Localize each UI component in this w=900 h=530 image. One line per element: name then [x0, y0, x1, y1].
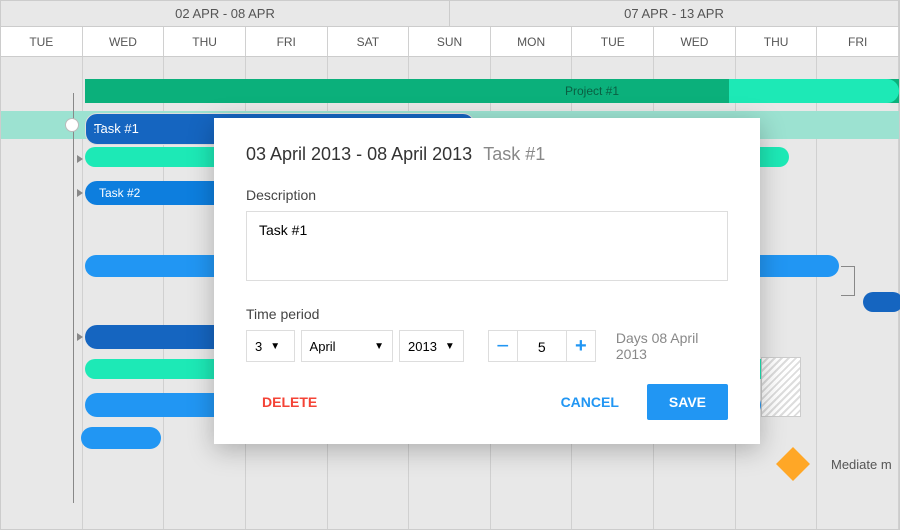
duration-value[interactable]: 5	[518, 330, 566, 362]
project-bar-tail	[729, 79, 899, 103]
save-button[interactable]: SAVE	[647, 384, 728, 420]
day-header: WED	[83, 27, 165, 56]
dialog-task-name: Task #1	[483, 144, 545, 164]
plus-icon: +	[575, 336, 587, 356]
dialog-actions: DELETE CANCEL SAVE	[246, 384, 728, 420]
day-header: MON	[491, 27, 573, 56]
header-weeks: 02 APR - 08 APR 07 APR - 13 APR	[1, 1, 899, 27]
header-days: TUE WED THU FRI SAT SUN MON TUE WED THU …	[1, 27, 899, 57]
day-header: WED	[654, 27, 736, 56]
caret-down-icon: ▼	[270, 341, 280, 352]
day-value: 3	[255, 339, 262, 354]
grip-icon	[90, 116, 106, 142]
week-range: 02 APR - 08 APR	[1, 1, 450, 26]
dependency-bracket	[841, 266, 855, 296]
dependency-line	[73, 93, 74, 503]
dependency-arrow-icon	[77, 155, 83, 163]
dialog-date-range: 03 April 2013 - 08 April 2013	[246, 144, 472, 164]
day-header: FRI	[817, 27, 899, 56]
caret-down-icon: ▼	[445, 341, 455, 352]
project-bar[interactable]: Project #1	[85, 79, 899, 103]
dependency-arrow-icon	[77, 189, 83, 197]
milestone-label: Mediate m	[831, 457, 892, 472]
resize-handle-left[interactable]	[90, 114, 106, 144]
time-period-label: Time period	[246, 306, 728, 322]
time-period-row: 3▼ April▼ 2013▼ − 5 + Days 08 April 2013	[246, 330, 728, 362]
day-select[interactable]: 3▼	[246, 330, 295, 362]
month-select[interactable]: April ▼	[301, 330, 393, 362]
week-range: 07 APR - 13 APR	[450, 1, 899, 26]
description-label: Description	[246, 187, 728, 203]
project-label: Project #1	[565, 79, 619, 103]
caret-down-icon: ▼	[374, 341, 384, 352]
year-value: 2013	[408, 339, 437, 354]
cancel-button[interactable]: CANCEL	[545, 384, 635, 420]
task-edit-dialog: 03 April 2013 - 08 April 2013 Task #1 De…	[214, 118, 760, 444]
decrement-button[interactable]: −	[488, 330, 518, 362]
connector-circle[interactable]	[65, 118, 79, 132]
year-select[interactable]: 2013 ▼	[399, 330, 464, 362]
day-header: SUN	[409, 27, 491, 56]
dependency-arrow-icon	[77, 333, 83, 341]
day-header: THU	[164, 27, 246, 56]
duration-stepper: − 5 +	[488, 330, 596, 362]
end-date-label: Days 08 April 2013	[616, 330, 728, 362]
day-header: THU	[736, 27, 818, 56]
day-header: FRI	[246, 27, 328, 56]
day-header: TUE	[572, 27, 654, 56]
day-header: TUE	[1, 27, 83, 56]
hatched-region	[761, 357, 801, 417]
milestone-diamond-icon[interactable]	[776, 447, 810, 481]
day-header: SAT	[328, 27, 410, 56]
month-value: April	[310, 339, 336, 354]
increment-button[interactable]: +	[566, 330, 596, 362]
task-label: Task #2	[99, 186, 140, 200]
description-input[interactable]	[246, 211, 728, 281]
dialog-title: 03 April 2013 - 08 April 2013 Task #1	[246, 144, 728, 165]
minus-icon: −	[496, 335, 509, 357]
task-bar[interactable]	[863, 292, 900, 312]
delete-button[interactable]: DELETE	[246, 384, 333, 420]
task-bar[interactable]	[81, 427, 161, 449]
